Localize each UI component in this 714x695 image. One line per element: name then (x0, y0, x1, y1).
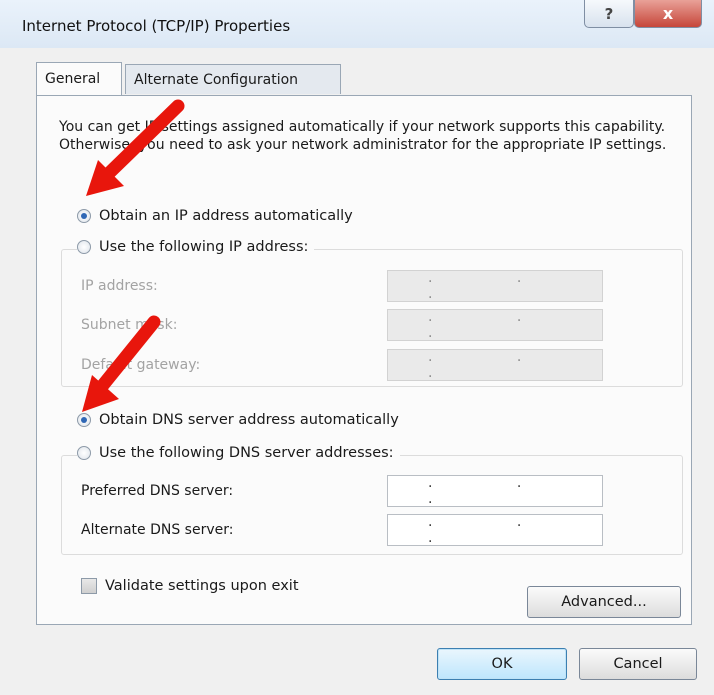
use-following-ip-radio[interactable] (77, 240, 91, 254)
window-title: Internet Protocol (TCP/IP) Properties (22, 17, 291, 35)
default-gateway-label: Default gateway: (81, 357, 201, 373)
general-tab-panel: You can get IP settings assigned automat… (36, 95, 692, 625)
tab-alternate-configuration[interactable]: Alternate Configuration (125, 64, 341, 94)
obtain-dns-auto-option[interactable]: Obtain DNS server address automatically (77, 412, 405, 428)
obtain-ip-auto-label: Obtain an IP address automatically (99, 208, 353, 224)
use-following-dns-label: Use the following DNS server addresses: (99, 445, 394, 461)
help-icon: ? (604, 4, 614, 23)
default-gateway-input[interactable]: . . . (387, 349, 603, 381)
ip-address-input[interactable]: . . . (387, 270, 603, 302)
validate-settings-checkbox[interactable] (81, 578, 97, 594)
ok-button[interactable]: OK (437, 648, 567, 680)
description-text: You can get IP settings assigned automat… (59, 119, 667, 153)
obtain-dns-auto-label: Obtain DNS server address automatically (99, 412, 399, 428)
obtain-dns-auto-radio[interactable] (77, 413, 91, 427)
close-icon: x (662, 4, 674, 23)
alternate-dns-input[interactable]: . . . (387, 514, 603, 546)
preferred-dns-label: Preferred DNS server: (81, 483, 234, 499)
validate-settings-label: Validate settings upon exit (105, 578, 299, 594)
subnet-mask-input[interactable]: . . . (387, 309, 603, 341)
cancel-button[interactable]: Cancel (579, 648, 697, 680)
obtain-ip-auto-option[interactable]: Obtain an IP address automatically (77, 208, 359, 224)
tcpip-properties-dialog: Internet Protocol (TCP/IP) Properties ? … (0, 0, 714, 695)
advanced-button[interactable]: Advanced... (527, 586, 681, 618)
subnet-mask-label: Subnet mask: (81, 317, 178, 333)
close-button[interactable]: x (634, 0, 702, 28)
use-following-ip-option[interactable]: Use the following IP address: (77, 239, 315, 255)
help-button[interactable]: ? (584, 0, 634, 28)
use-following-dns-option[interactable]: Use the following DNS server addresses: (77, 445, 400, 461)
validate-settings-option[interactable]: Validate settings upon exit (81, 578, 299, 594)
tab-general[interactable]: General (36, 62, 122, 95)
use-following-ip-label: Use the following IP address: (99, 239, 309, 255)
preferred-dns-input[interactable]: . . . (387, 475, 603, 507)
obtain-ip-auto-radio[interactable] (77, 209, 91, 223)
ip-address-label: IP address: (81, 278, 158, 294)
alternate-dns-label: Alternate DNS server: (81, 522, 234, 538)
title-bar[interactable]: Internet Protocol (TCP/IP) Properties ? … (0, 0, 714, 48)
use-following-dns-radio[interactable] (77, 446, 91, 460)
